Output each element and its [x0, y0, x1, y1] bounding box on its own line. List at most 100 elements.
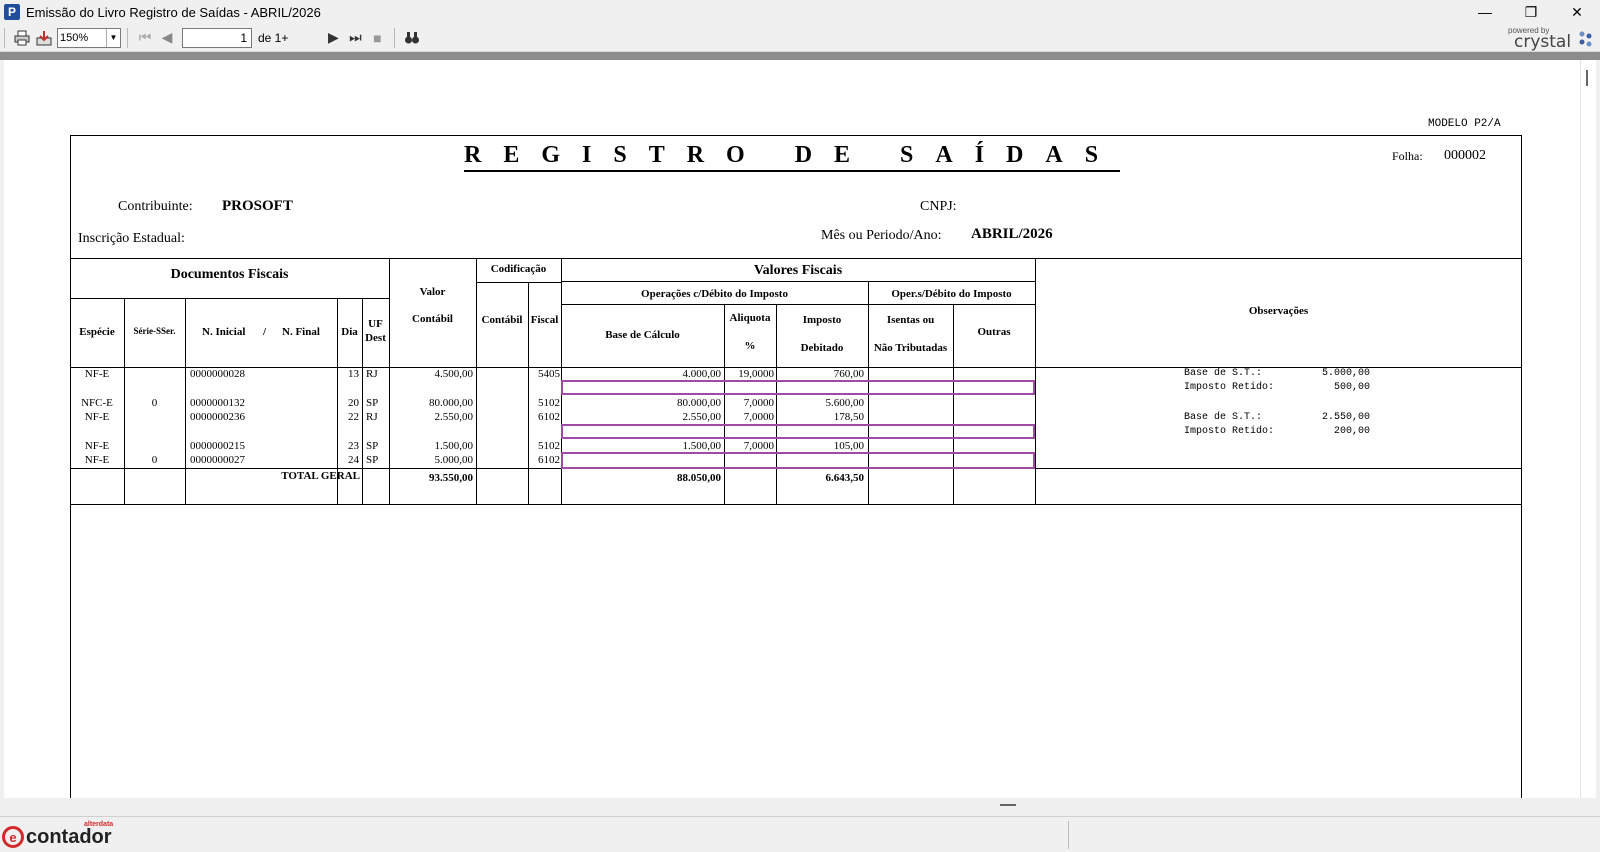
crystal-logo: powered by crystal	[1502, 26, 1594, 52]
cell-uf: RJ	[366, 368, 378, 380]
cell-aliquota: 7,0000	[743, 411, 774, 423]
scroll-thumb[interactable]	[1586, 70, 1588, 86]
header-valor: Valor	[419, 286, 446, 298]
cell-especie: NFC-E	[81, 397, 113, 409]
header-cod-fiscal: Fiscal	[530, 314, 559, 326]
alterdata-logo: e contador alterdata	[2, 821, 113, 851]
table-top-line	[70, 258, 1522, 259]
header-especie: Espécie	[79, 326, 115, 338]
operacoes-sub-line	[561, 304, 1035, 305]
cell-dia: 23	[348, 440, 359, 452]
header-contabil: Contábil	[412, 313, 453, 325]
col-line	[1035, 258, 1036, 504]
first-page-icon[interactable]: ⏮	[134, 27, 156, 49]
viewer-frame	[0, 52, 1600, 60]
status-separator	[1068, 821, 1069, 849]
inscricao-label: Inscrição Estadual:	[78, 231, 185, 246]
chevron-down-icon[interactable]: ▼	[106, 28, 120, 47]
cell-numero: 0000000132	[190, 397, 245, 409]
header-slash: /	[263, 326, 267, 338]
cnpj-label: CNPJ:	[920, 199, 957, 214]
page-number-input[interactable]: 1	[182, 27, 252, 48]
cell-numero: 0000000027	[190, 454, 245, 466]
previous-page-icon[interactable]: ◀	[156, 27, 178, 49]
frame-right	[1521, 135, 1522, 798]
cell-imposto: 178,50	[833, 411, 864, 423]
cell-fiscal: 6102	[538, 411, 560, 423]
periodo-label: Mês ou Periodo/Ano:	[821, 228, 942, 243]
last-page-icon[interactable]: ⏭	[344, 27, 366, 49]
window-title: Emissão do Livro Registro de Saídas - AB…	[26, 4, 321, 20]
header-aliquota: Aliquota	[729, 312, 771, 324]
close-button[interactable]: ✕	[1554, 0, 1600, 24]
cell-especie: NF-E	[84, 440, 110, 452]
cell-valor: 2.550,00	[434, 411, 474, 423]
total-label: TOTAL GERAL	[281, 470, 360, 482]
cell-numero: 0000000215	[190, 440, 245, 452]
frame-top	[70, 135, 1522, 136]
cell-uf: SP	[366, 440, 379, 452]
highlight-row	[561, 452, 1035, 469]
cell-aliquota: 7,0000	[743, 397, 774, 409]
next-page-icon[interactable]: ▶	[322, 27, 344, 49]
contribuinte-value: PROSOFT	[222, 198, 293, 214]
header-nao-tributadas: Não Tributadas	[873, 342, 948, 354]
cell-valor: 5.000,00	[434, 454, 474, 466]
zoom-select[interactable]: 150% ▼	[57, 27, 121, 48]
cell-especie: NF-E	[84, 454, 110, 466]
minimize-button[interactable]: —	[1462, 0, 1508, 24]
export-icon[interactable]	[33, 27, 55, 49]
restore-button[interactable]: ❐	[1508, 0, 1554, 24]
obs-line: Base de S.T.: 5.000,00	[1184, 368, 1371, 379]
cell-dia: 22	[348, 411, 359, 423]
header-serie: Série-SSer.	[133, 326, 176, 336]
cell-fiscal: 5405	[538, 368, 560, 380]
header-debitado: Debitado	[800, 342, 844, 354]
obs-line: Imposto Retido: 200,00	[1184, 426, 1371, 437]
title-bar: P Emissão do Livro Registro de Saídas - …	[0, 0, 1600, 24]
report-page: MODELO P2/A REGISTRO DE SAÍDAS Folha: 00…	[4, 60, 1580, 798]
splitter-handle[interactable]	[1000, 804, 1016, 806]
header-uf: UF	[368, 318, 383, 330]
periodo-value: ABRIL/2026	[971, 226, 1053, 242]
header-valores-fiscais: Valores Fiscais	[753, 263, 843, 278]
cell-valor: 1.500,00	[434, 440, 474, 452]
valores-sub-line	[561, 281, 1035, 282]
cell-especie: NF-E	[84, 411, 110, 423]
vertical-scrollbar[interactable]	[1580, 60, 1596, 798]
brand-e-icon: e	[2, 826, 24, 848]
header-n-final: N. Final	[282, 326, 320, 338]
cell-valor: 4.500,00	[434, 368, 474, 380]
total-valor: 93.550,00	[429, 472, 473, 484]
brand-name: contador	[26, 825, 112, 848]
cell-base: 2.550,00	[682, 411, 722, 423]
cell-numero: 0000000028	[190, 368, 245, 380]
obs-line: Base de S.T.: 2.550,00	[1184, 412, 1371, 423]
table-bottom-line	[70, 504, 1522, 505]
header-dia: Dia	[341, 326, 358, 338]
header-operacoes-sem-debito: Oper.s/Débito do Imposto	[891, 288, 1012, 300]
toolbar-separator	[127, 27, 128, 48]
col-line	[476, 258, 477, 504]
cell-dia: 13	[348, 368, 359, 380]
app-icon: P	[4, 4, 20, 20]
cell-dia: 20	[348, 397, 359, 409]
report-viewport[interactable]: MODELO P2/A REGISTRO DE SAÍDAS Folha: 00…	[4, 60, 1580, 798]
folha-label: Folha:	[1392, 149, 1423, 163]
contribuinte-label: Contribuinte:	[118, 199, 193, 214]
cell-uf: SP	[366, 454, 379, 466]
header-cod-contabil: Contábil	[481, 314, 523, 326]
search-icon[interactable]	[401, 27, 423, 49]
stop-icon[interactable]: ■	[366, 27, 388, 49]
cell-uf: SP	[366, 397, 379, 409]
crystal-dots-icon	[1579, 31, 1592, 47]
total-base: 88.050,00	[677, 472, 721, 484]
zoom-value: 150%	[60, 31, 89, 44]
print-icon[interactable]	[11, 27, 33, 49]
header-n-inicial: N. Inicial	[202, 326, 246, 338]
cell-serie: 0	[151, 397, 158, 409]
codificacao-sub-line	[476, 282, 561, 283]
total-imposto: 6.643,50	[825, 472, 865, 484]
report-toolbar: 150% ▼ ⏮ ◀ 1 de 1+ ▶ ⏭ ■ powered by crys…	[0, 24, 1600, 52]
header-imposto: Imposto	[802, 314, 842, 326]
